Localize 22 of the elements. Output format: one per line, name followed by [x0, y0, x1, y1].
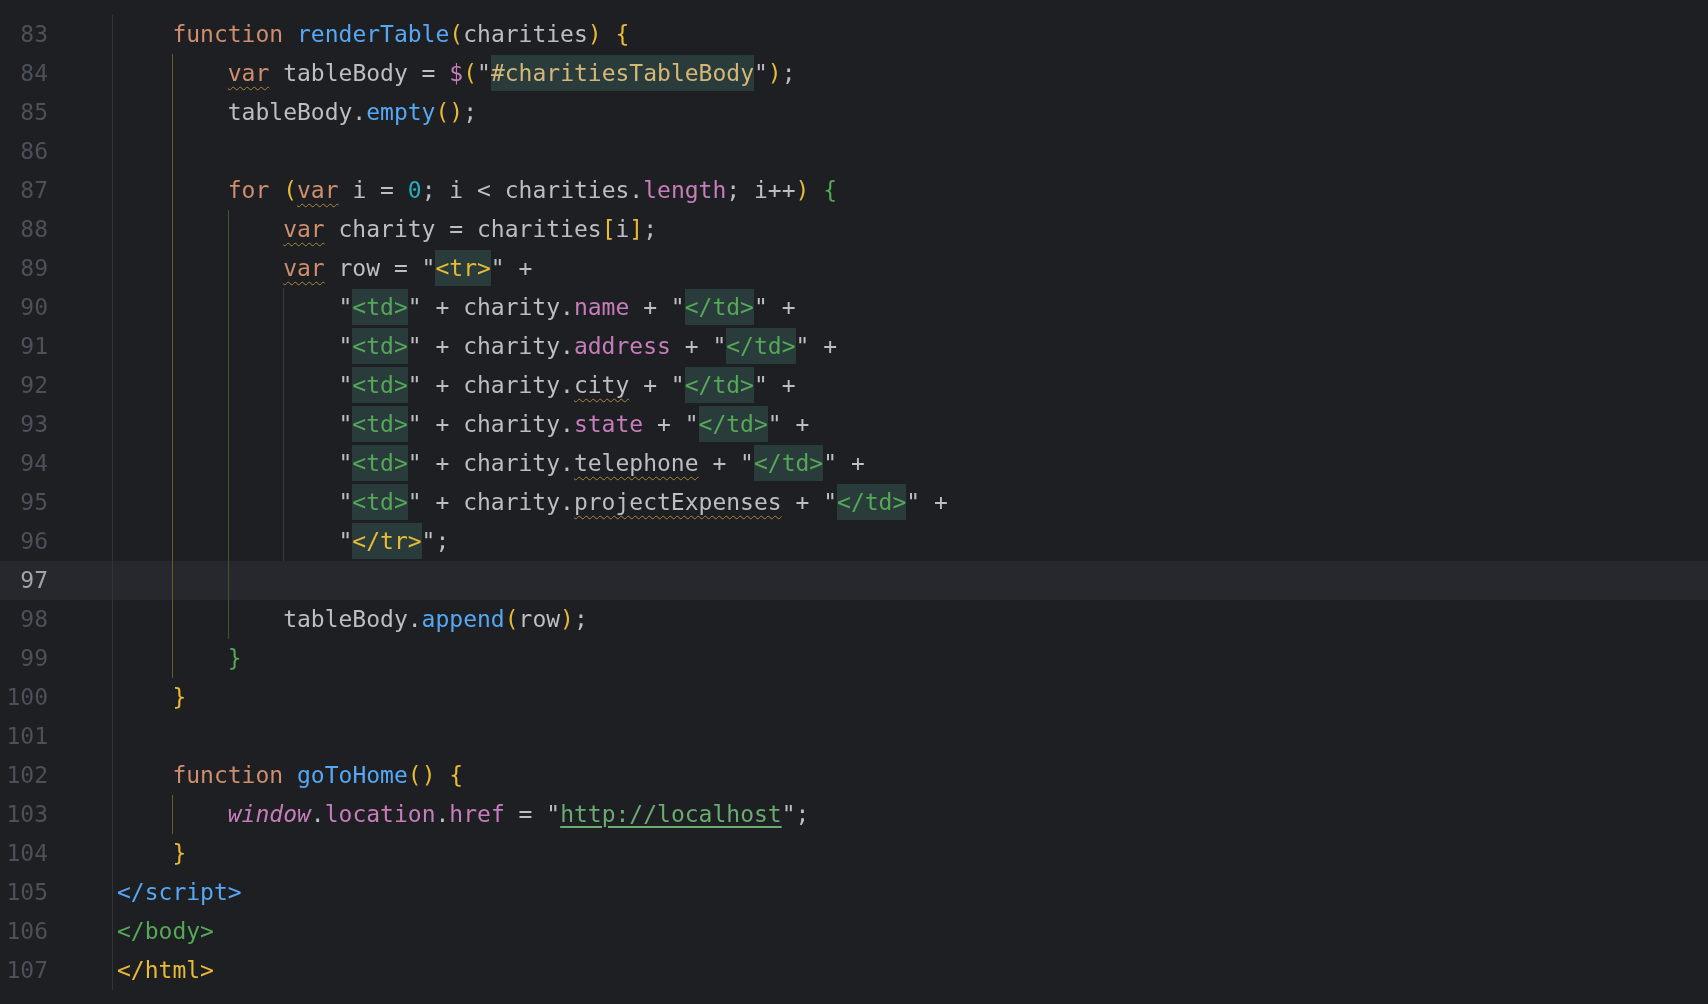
code-line: tableBody.empty();: [227, 98, 478, 127]
code-line: function goToHome() {: [172, 761, 464, 790]
code-line: var row = "<tr>" +: [283, 249, 533, 288]
code-line: }: [172, 683, 187, 712]
code-line: var tableBody = $("#charitiesTableBody");: [227, 54, 796, 93]
code-line: }: [172, 839, 187, 868]
code-line: "<td>" + charity.name + "</td>" +: [338, 288, 796, 327]
code-line: "<td>" + charity.telephone + "</td>" +: [338, 444, 865, 483]
code-line: }: [227, 644, 242, 673]
code-line: tableBody.append(row);: [283, 605, 588, 634]
code-line: for (var i = 0; i < charities.length; i++) {: [227, 176, 838, 205]
code-line: "<td>" + charity.state + "</td>" +: [338, 405, 810, 444]
code-line: function renderTable(charities) {: [172, 20, 630, 49]
line-number: 97: [19, 566, 48, 595]
code-line: "<td>" + charity.projectExpenses + "</td>" +: [338, 483, 948, 522]
code-line: </script>: [117, 878, 242, 907]
code-line: "<td>" + charity.address + "</td>" +: [338, 327, 838, 366]
code-line: var charity = charities[i];: [283, 215, 658, 244]
code-line: </html>: [117, 956, 214, 985]
code-line: "<td>" + charity.city + "</td>" +: [338, 366, 796, 405]
code-line: window.location.href = "http://localhost";: [227, 800, 810, 829]
code-line: </body>: [117, 917, 214, 946]
